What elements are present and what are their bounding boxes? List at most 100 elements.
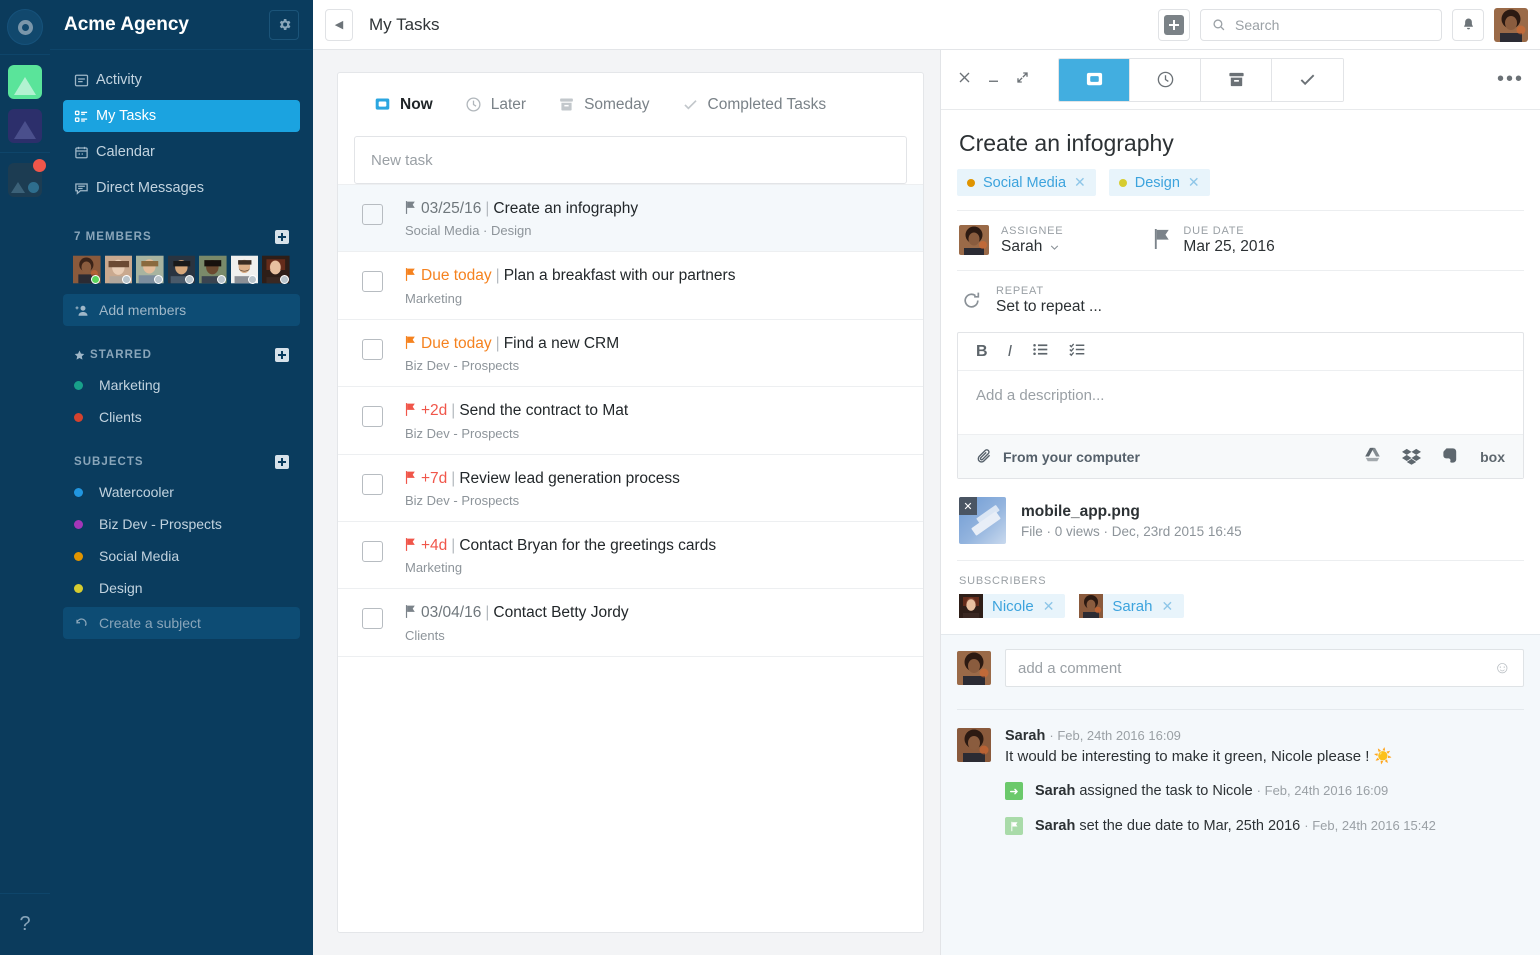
avatar[interactable] (262, 254, 291, 285)
sidebar-item-activity[interactable]: Activity (63, 64, 300, 96)
italic-button[interactable]: I (1008, 343, 1012, 361)
sidebar-item-calendar[interactable]: Calendar (63, 136, 300, 168)
starred-item-clients[interactable]: Clients (74, 401, 289, 433)
evernote-icon[interactable] (1441, 446, 1460, 468)
flag-icon (1005, 817, 1023, 835)
notifications-button[interactable] (1452, 8, 1484, 41)
task-checkbox[interactable] (362, 608, 383, 630)
remove-subscriber-icon[interactable]: ✕ (1161, 598, 1173, 615)
comment-input[interactable]: add a comment ☺ (1005, 649, 1524, 687)
flag-icon (405, 605, 415, 619)
expand-icon[interactable] (1015, 70, 1030, 90)
subscriber-chip[interactable]: Sarah ✕ (1079, 594, 1185, 618)
workspace-navy-button[interactable] (8, 109, 42, 143)
description-input[interactable]: Add a description... (958, 371, 1523, 434)
settings-button[interactable] (269, 9, 299, 40)
task-title: Review lead generation process (459, 469, 680, 487)
google-drive-icon[interactable] (1363, 446, 1382, 468)
status-badge[interactable]: Design ✕ (1108, 169, 1210, 196)
avatar[interactable] (230, 254, 259, 285)
avatar (957, 728, 991, 762)
later-tab[interactable] (1130, 58, 1201, 101)
starred-section-header: STARRED (50, 348, 313, 362)
table-row[interactable]: Due today | Plan a breakfast with our part… (338, 252, 923, 320)
avatar (959, 594, 983, 618)
workspace-dark-button[interactable] (8, 159, 46, 197)
subject-item-social-media[interactable]: Social Media (74, 540, 289, 572)
sidebar-item-direct-messages[interactable]: Direct Messages (63, 172, 300, 204)
complete-tab[interactable] (1272, 58, 1343, 101)
add-member-icon[interactable] (275, 230, 289, 244)
tab-later[interactable]: Later (465, 96, 526, 114)
search-box[interactable]: Search (1200, 8, 1442, 41)
subscriber-name: Nicole (992, 597, 1034, 615)
avatar[interactable] (167, 254, 196, 285)
table-row[interactable]: +4d | Contact Bryan for the greetings card… (338, 522, 923, 590)
subject-item-biz-dev[interactable]: Biz Dev - Prospects (74, 508, 289, 540)
add-starred-icon[interactable] (275, 348, 289, 362)
workspace-green-button[interactable] (8, 65, 42, 99)
attachment-item[interactable]: ✕ mobile_app.png File · 0 views · Dec, 2… (957, 479, 1524, 560)
table-row[interactable]: +7d | Review lead generation process Biz D… (338, 455, 923, 522)
subscriber-chip[interactable]: Nicole ✕ (959, 594, 1066, 618)
remove-subscriber-icon[interactable]: ✕ (1043, 598, 1055, 615)
create-subject-button[interactable]: Create a subject (63, 607, 300, 639)
archive-tab[interactable] (1201, 58, 1272, 101)
table-row[interactable]: Due today | Find a new CRM Biz Dev - Prosp… (338, 320, 923, 388)
task-checkbox[interactable] (362, 540, 383, 562)
remove-tag-icon[interactable]: ✕ (1074, 174, 1086, 191)
tab-completed-tasks[interactable]: Completed Tasks (682, 96, 826, 114)
kebab-menu-icon[interactable]: ••• (1497, 68, 1524, 91)
search-input[interactable]: Search (1235, 17, 1279, 33)
subject-item-design[interactable]: Design (74, 572, 289, 604)
subject-item-watercooler[interactable]: Watercooler (74, 476, 289, 508)
search-icon (1213, 18, 1225, 30)
circle-logo-icon[interactable] (7, 9, 43, 45)
tab-now[interactable]: Now (374, 96, 433, 114)
checklist-icon[interactable] (1069, 341, 1086, 363)
box-icon[interactable]: box (1480, 449, 1505, 465)
avatar[interactable] (199, 254, 227, 285)
task-subject: Biz Dev - Prospects (405, 492, 520, 508)
close-icon[interactable] (957, 70, 972, 90)
add-subject-icon[interactable] (275, 455, 289, 469)
status-badge[interactable]: Social Media ✕ (957, 169, 1096, 196)
assignee-field[interactable]: ASSIGNEE Sarah (959, 225, 1063, 256)
due-date-field[interactable]: DUE DATE Mar 25, 2016 (1153, 225, 1275, 256)
table-row[interactable]: 03/25/16 | Create an infography Social Med… (338, 184, 923, 253)
task-date: Due today (421, 334, 492, 352)
collapse-sidebar-button[interactable]: ◀ (325, 8, 353, 41)
task-checkbox[interactable] (362, 406, 383, 428)
remove-tag-icon[interactable]: ✕ (1188, 174, 1200, 191)
avatar[interactable] (136, 254, 164, 285)
repeat-field[interactable]: REPEAT Set to repeat ... (957, 270, 1524, 332)
table-row[interactable]: +2d | Send the contract to Mat Biz Dev - P… (338, 387, 923, 455)
help-icon: ? (19, 913, 31, 935)
tab-someday[interactable]: Someday (558, 95, 650, 114)
starred-item-marketing[interactable]: Marketing (74, 369, 289, 401)
avatar[interactable] (104, 254, 133, 285)
task-checkbox[interactable] (362, 271, 383, 293)
minimize-icon[interactable] (986, 70, 1001, 90)
avatar[interactable] (73, 254, 101, 285)
task-checkbox[interactable] (362, 204, 383, 225)
smiley-icon[interactable]: ☺ (1494, 658, 1511, 678)
sidebar-item-my-tasks[interactable]: My Tasks (63, 100, 300, 132)
bold-button[interactable]: B (976, 343, 988, 361)
new-task-placeholder: New task (371, 151, 433, 169)
add-button[interactable] (1158, 8, 1190, 41)
task-checkbox[interactable] (362, 473, 383, 495)
tab-label: Someday (584, 95, 650, 113)
detail-tab[interactable] (1059, 58, 1130, 101)
help-button[interactable]: ? (0, 893, 50, 955)
current-user-avatar[interactable] (1494, 7, 1528, 42)
table-row[interactable]: 03/04/16 | Contact Betty Jordy Clients (338, 589, 923, 657)
add-members-button[interactable]: Add members (63, 294, 300, 326)
upload-label[interactable]: From your computer (1003, 449, 1140, 465)
task-checkbox[interactable] (362, 338, 383, 360)
dropbox-icon[interactable] (1402, 446, 1422, 468)
new-task-input[interactable]: New task (354, 136, 907, 184)
remove-file-icon[interactable]: ✕ (959, 497, 977, 515)
avatar (957, 651, 991, 685)
bullet-list-icon[interactable] (1032, 341, 1049, 363)
